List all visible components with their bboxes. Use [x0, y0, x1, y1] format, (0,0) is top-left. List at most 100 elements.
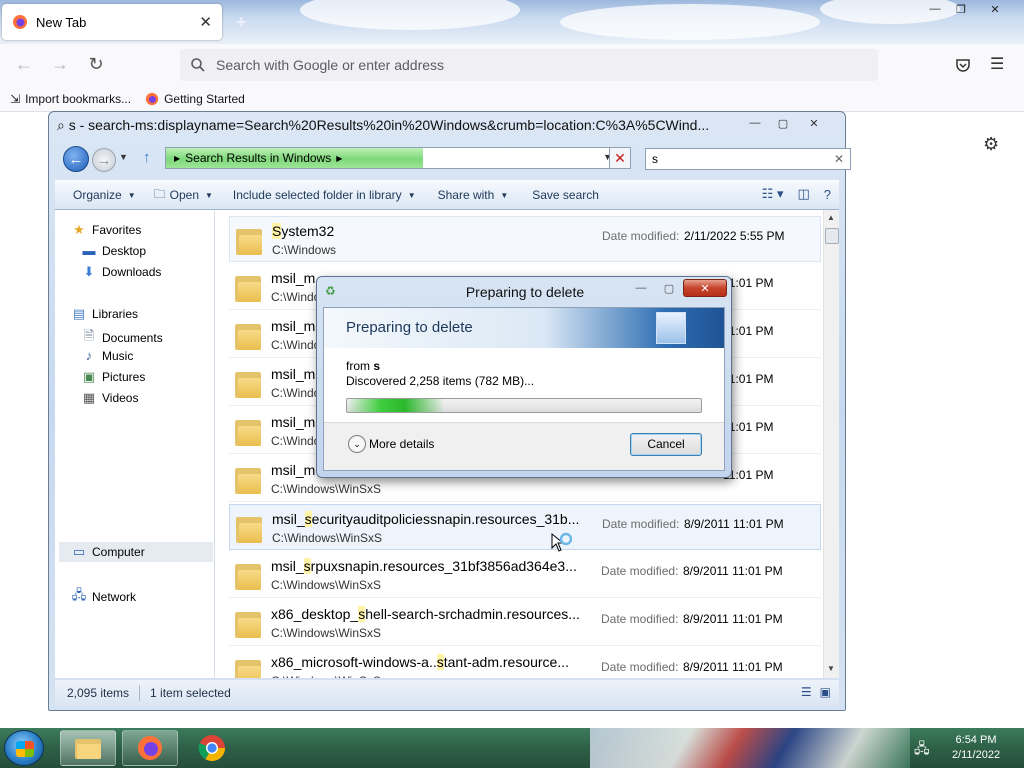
- nav-desktop[interactable]: ▬ Desktop: [81, 243, 147, 258]
- menu-icon[interactable]: ☰: [990, 54, 1004, 74]
- more-details-toggle[interactable]: ⌄ More details: [348, 435, 434, 453]
- result-row[interactable]: msil_securityauditpoliciessnapin.resourc…: [229, 504, 821, 550]
- bookmark-import[interactable]: ⇲ Import bookmarks...: [10, 92, 131, 106]
- result-row[interactable]: msil_srpuxsnapin.resources_31bf3856ad364…: [229, 552, 821, 598]
- result-row[interactable]: System32 C:\Windows Date modified: 2/11/202…: [229, 216, 821, 262]
- date-modified-label: Date modified:: [602, 517, 680, 531]
- result-name-part: x86_microsoft-windows-a..: [271, 654, 437, 670]
- result-path: C:\Windows\WinSxS: [272, 531, 383, 545]
- cancel-button[interactable]: Cancel: [630, 433, 702, 456]
- result-name-part: rpuxsnapin.resources_31bf3856ad364e3...: [310, 558, 577, 574]
- forward-arrow-icon[interactable]: →: [48, 54, 72, 75]
- open-button[interactable]: 🗀 Open ▼: [154, 185, 213, 206]
- folder-icon: [235, 464, 261, 494]
- close-button[interactable]: ✕: [683, 279, 727, 297]
- chevron-down-icon: ⌄: [348, 435, 366, 453]
- taskbar-chrome-button[interactable]: [184, 730, 240, 766]
- folder-icon: 🗀: [153, 186, 166, 201]
- nav-label: Favorites: [92, 223, 142, 237]
- chevron-right-icon[interactable]: ▶: [336, 154, 342, 163]
- back-arrow-icon[interactable]: ←: [12, 54, 36, 75]
- clear-search-icon[interactable]: ✕: [834, 152, 844, 166]
- reload-icon[interactable]: ↻: [84, 54, 108, 75]
- nav-label: Computer: [92, 545, 145, 559]
- nav-music[interactable]: ♪ Music: [81, 348, 134, 363]
- minimize-button[interactable]: —: [922, 0, 948, 18]
- search-box[interactable]: ✕: [645, 148, 851, 170]
- close-window-button[interactable]: ✕: [982, 0, 1008, 18]
- search-match-highlight: s: [304, 511, 312, 527]
- nav-videos[interactable]: ▦ Videos: [81, 390, 139, 406]
- breadcrumb-label[interactable]: Search Results in Windows: [185, 151, 331, 165]
- search-input[interactable]: [652, 152, 822, 166]
- start-button[interactable]: [4, 730, 44, 766]
- dropdown-icon: ▼: [407, 190, 416, 200]
- wallpaper-strip: [590, 728, 910, 768]
- preview-pane-icon[interactable]: ◫: [797, 186, 809, 202]
- date-modified-value: 8/9/2011 11:01 PM: [683, 564, 783, 578]
- forward-button[interactable]: →: [92, 148, 116, 172]
- nav-documents[interactable]: 🗎 Documents: [81, 327, 163, 349]
- maximize-button[interactable]: ▢: [769, 114, 797, 132]
- restore-button[interactable]: ❐: [948, 0, 974, 18]
- network-tray-icon[interactable]: 🖧: [914, 738, 930, 762]
- vertical-scrollbar[interactable]: ▲ ▼: [823, 210, 839, 678]
- bookmarks-toolbar: ⇲ Import bookmarks... Getting Started: [0, 86, 1024, 112]
- result-name-part: msil_m: [271, 414, 316, 430]
- nav-computer[interactable]: ▭ Computer: [71, 544, 145, 560]
- large-icons-view-icon[interactable]: ▣: [820, 685, 831, 699]
- result-name-part: x86_desktop_: [271, 606, 359, 622]
- organize-button[interactable]: Organize ▼: [73, 188, 136, 202]
- source-label: from s: [346, 359, 380, 373]
- explorer-title: ⌕ s - search-ms:displayname=Search%20Res…: [57, 117, 747, 134]
- result-row[interactable]: x86_desktop_shell-search-srchadmin.resou…: [229, 600, 821, 646]
- nav-favorites[interactable]: ★ Favorites: [71, 222, 141, 238]
- sky-cloud: [560, 4, 820, 40]
- bookmark-getting-started[interactable]: Getting Started: [145, 92, 245, 106]
- scroll-up-icon[interactable]: ▲: [827, 213, 835, 222]
- nav-downloads[interactable]: ⬇ Downloads: [81, 264, 162, 280]
- music-icon: ♪: [85, 348, 93, 363]
- back-button[interactable]: ←: [63, 146, 89, 172]
- firefox-icon: [145, 92, 159, 105]
- taskbar-explorer-button[interactable]: [60, 730, 116, 766]
- minimize-button[interactable]: —: [627, 279, 655, 297]
- videos-icon: ▦: [82, 390, 96, 405]
- scroll-down-icon[interactable]: ▼: [827, 664, 835, 673]
- scroll-thumb[interactable]: [825, 228, 839, 244]
- browser-tab[interactable]: New Tab ✕: [2, 4, 222, 40]
- up-arrow-icon[interactable]: ↑: [143, 149, 151, 166]
- help-icon[interactable]: ?: [824, 187, 831, 202]
- result-name-part: hell-search-srchadmin.resources...: [365, 606, 580, 622]
- close-button[interactable]: ✕: [797, 114, 831, 132]
- item-count: 2,095 items: [67, 686, 130, 700]
- nav-libraries[interactable]: ▤ Libraries: [71, 306, 138, 322]
- nav-network[interactable]: 🖧 Network: [71, 586, 136, 608]
- new-tab-button[interactable]: +: [236, 12, 247, 33]
- minimize-button[interactable]: —: [741, 114, 769, 132]
- recent-pages-dropdown[interactable]: ▼: [119, 152, 128, 162]
- system-clock[interactable]: 6:54 PM 2/11/2022: [936, 733, 1016, 763]
- result-name: x86_desktop_shell-search-srchadmin.resou…: [271, 606, 591, 622]
- result-path: C:\Windo: [271, 386, 321, 400]
- url-bar[interactable]: Search with Google or enter address: [180, 49, 878, 81]
- close-tab-icon[interactable]: ✕: [199, 13, 212, 31]
- save-search-button[interactable]: Save search: [532, 188, 599, 202]
- dialog-window-controls: — ▢ ✕: [627, 279, 727, 297]
- folder-icon: [236, 513, 262, 543]
- details-view-icon[interactable]: ☰: [801, 685, 812, 699]
- nav-pictures[interactable]: ▣ Pictures: [81, 369, 146, 385]
- address-bar[interactable]: ▶ Search Results in Windows ▶ ▼: [165, 147, 617, 169]
- stop-button[interactable]: ✕: [609, 147, 631, 169]
- view-options-icon[interactable]: ☷ ▾: [762, 186, 784, 202]
- pocket-icon[interactable]: [955, 57, 971, 73]
- gear-icon[interactable]: ⚙: [983, 134, 999, 155]
- progress-animation-icon: [656, 312, 686, 344]
- browser-tabstrip: New Tab ✕ + — ❐ ✕: [0, 0, 1024, 44]
- result-name-part: msil_m: [271, 318, 316, 334]
- include-in-library-button[interactable]: Include selected folder in library ▼: [233, 188, 416, 202]
- nav-label: Pictures: [102, 370, 146, 384]
- taskbar-firefox-button[interactable]: [122, 730, 178, 766]
- result-row[interactable]: x86_microsoft-windows-a..stant-adm.resou…: [229, 648, 821, 678]
- share-with-button[interactable]: Share with ▼: [438, 188, 509, 202]
